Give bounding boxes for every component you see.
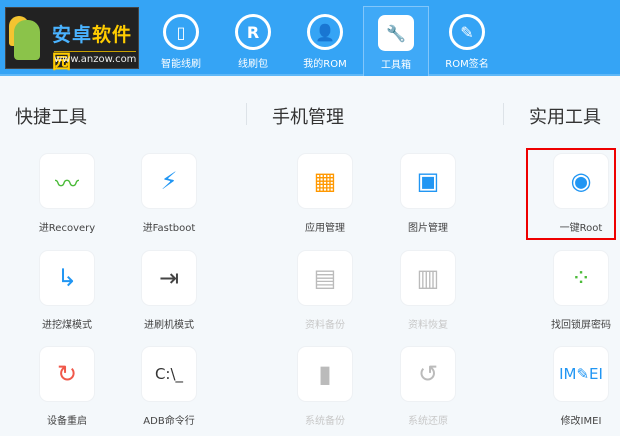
system-backup-icon: ▮ — [318, 360, 332, 388]
tool-button[interactable]: ⇥ — [141, 250, 197, 306]
document-backup-icon: ▤ — [313, 264, 337, 292]
document-restore-icon: ▥ — [416, 264, 440, 292]
nav-tab-4[interactable]: ✎ ROM签名 — [434, 6, 500, 76]
wrench-icon: 🔧 — [378, 15, 414, 51]
section-title-shortcuts: 快捷工具 — [15, 107, 87, 128]
tool-label[interactable]: 修改IMEI — [526, 412, 620, 427]
divider — [246, 103, 247, 125]
tool-button[interactable]: ⁘ — [553, 250, 609, 306]
tool-button[interactable]: ↺ — [400, 346, 456, 402]
android-icon — [14, 20, 40, 60]
tool-label[interactable]: 资料备份 — [270, 316, 380, 331]
cloud-download-icon: R — [235, 14, 271, 50]
section-title-phone-management: 手机管理 — [272, 107, 344, 128]
tool-label[interactable]: ADB命令行 — [114, 412, 224, 427]
tool-button[interactable]: ▮ — [297, 346, 353, 402]
tool-button[interactable]: ↻ — [39, 346, 95, 402]
nav-label: 工具箱 — [381, 60, 411, 71]
anzow-logo[interactable]: 安卓软件园 www.anzow.com — [5, 7, 139, 73]
restart-icon: ↻ — [56, 360, 78, 388]
phone-refresh-icon: ▯ — [163, 14, 199, 50]
tool-button[interactable]: ▤ — [297, 250, 353, 306]
nav-label: ROM签名 — [445, 59, 489, 70]
logo-name: 安卓软件园 — [52, 20, 138, 74]
tool-label[interactable]: 找回锁屏密码 — [526, 316, 620, 331]
imei-edit-icon: IM✎EI — [559, 365, 603, 383]
tool-label[interactable]: 设备重启 — [12, 412, 122, 427]
logo-url: www.anzow.com — [54, 51, 137, 65]
tool-label[interactable]: 进Fastboot — [114, 219, 224, 234]
tool-button[interactable]: ▦ — [297, 153, 353, 209]
nav-label: 线刷包 — [238, 59, 268, 70]
logo-name-a: 安卓 — [52, 24, 93, 46]
nav-tab-0[interactable]: ▯ 智能线刷 — [148, 6, 214, 76]
tool-label[interactable]: 资料恢复 — [373, 316, 483, 331]
history-icon: ↺ — [417, 360, 439, 388]
nav-tab-2[interactable]: 👤 我的ROM — [292, 6, 358, 76]
tool-label[interactable]: 系统还原 — [373, 412, 483, 427]
tool-button[interactable]: ⚡ — [141, 153, 197, 209]
pattern-lock-icon: ⁘ — [570, 264, 592, 292]
tool-button[interactable]: ▥ — [400, 250, 456, 306]
image-icon: ▣ — [416, 167, 440, 195]
nav-label: 我的ROM — [303, 59, 347, 70]
tool-label[interactable]: 图片管理 — [373, 219, 483, 234]
section-title-utilities: 实用工具 — [529, 107, 601, 128]
tool-button[interactable]: 〰 — [39, 153, 95, 209]
highlight-box — [526, 148, 616, 240]
tool-label[interactable]: 应用管理 — [270, 219, 380, 234]
divider — [503, 103, 504, 125]
pen-icon: ✎ — [449, 14, 485, 50]
apps-grid-icon: ▦ — [313, 167, 337, 195]
user-icon: 👤 — [307, 14, 343, 50]
tool-label[interactable]: 进刷机模式 — [114, 316, 224, 331]
wave-arrow-icon: 〰 — [55, 169, 79, 198]
tool-button[interactable]: C:\_ — [141, 346, 197, 402]
tool-button[interactable]: IM✎EI — [553, 346, 609, 402]
header: 安卓软件园 www.anzow.com ▯ 智能线刷 R 线刷包 👤 我的ROM 🔧 工具箱 ✎… — [0, 0, 620, 76]
tool-label[interactable]: 系统备份 — [270, 412, 380, 427]
tool-button[interactable]: ↳ — [39, 250, 95, 306]
arrow-turn-icon: ↳ — [56, 264, 78, 292]
terminal-icon: C:\_ — [154, 365, 184, 383]
phone-enter-icon: ⇥ — [158, 264, 180, 292]
tool-label[interactable]: 进挖煤模式 — [12, 316, 122, 331]
tool-button[interactable]: ▣ — [400, 153, 456, 209]
nav-label: 智能线刷 — [161, 59, 201, 70]
nav-tab-3[interactable]: 🔧 工具箱 — [363, 6, 429, 76]
nav-tab-1[interactable]: R 线刷包 — [220, 6, 286, 76]
tool-label[interactable]: 进Recovery — [12, 219, 122, 234]
lightning-icon: ⚡ — [160, 167, 178, 195]
